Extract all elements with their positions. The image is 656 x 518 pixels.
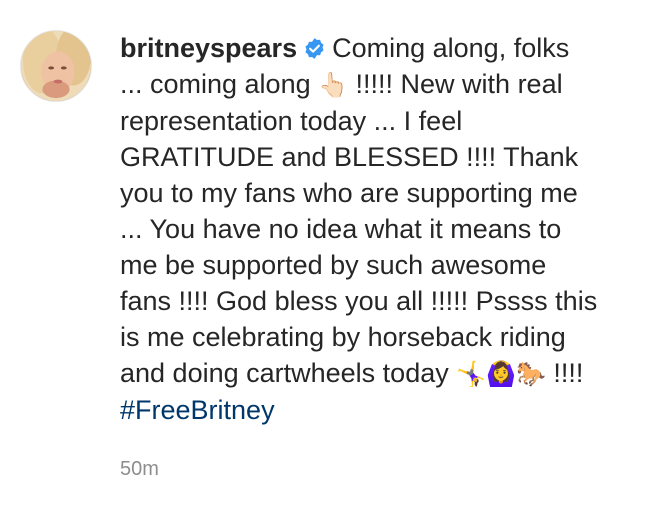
caption-text: Coming along, folks bbox=[332, 33, 570, 63]
caption-text: and doing cartwheels today bbox=[120, 358, 449, 388]
caption-line: me be supported by such awesome bbox=[120, 250, 547, 280]
username-link[interactable]: britneyspears bbox=[120, 33, 297, 63]
instagram-post-caption: britneyspears Coming along, folks ... com… bbox=[0, 0, 656, 518]
verified-badge-icon bbox=[303, 37, 326, 60]
caption-line: britneyspears Coming along, folks bbox=[120, 30, 640, 66]
caption-text: ... coming along bbox=[120, 69, 311, 99]
caption-line: #FreeBritney bbox=[120, 392, 640, 428]
caption-line: ... coming along 👆🏻 !!!!! New with real bbox=[120, 66, 640, 103]
caption: britneyspears Coming along, folks ... com… bbox=[120, 30, 640, 428]
caption-line: ... You have no idea what it means to bbox=[120, 214, 562, 244]
caption-text: !!!!! New with real bbox=[355, 69, 563, 99]
profile-photo bbox=[21, 31, 91, 101]
caption-line: GRATITUDE and BLESSED !!!! Thank bbox=[120, 142, 579, 172]
caption-line: and doing cartwheels today 🤸‍♀️🙆‍♀️🐎 !!!… bbox=[120, 355, 640, 392]
caption-line: is me celebrating by horseback riding bbox=[120, 322, 566, 352]
caption-line: representation today ... I feel bbox=[120, 106, 463, 136]
pointing-finger-emoji: 👆🏻 bbox=[318, 71, 349, 99]
hashtag-link[interactable]: #FreeBritney bbox=[120, 395, 275, 425]
caption-line: you to my fans who are supporting me bbox=[120, 178, 578, 208]
caption-text: !!!! bbox=[553, 358, 584, 388]
post-timestamp[interactable]: 50m bbox=[120, 458, 159, 481]
celebration-emojis: 🤸‍♀️🙆‍♀️🐎 bbox=[456, 360, 546, 388]
caption-line: fans !!!! God bless you all !!!!! Pssss … bbox=[120, 286, 598, 316]
avatar[interactable] bbox=[20, 30, 92, 102]
